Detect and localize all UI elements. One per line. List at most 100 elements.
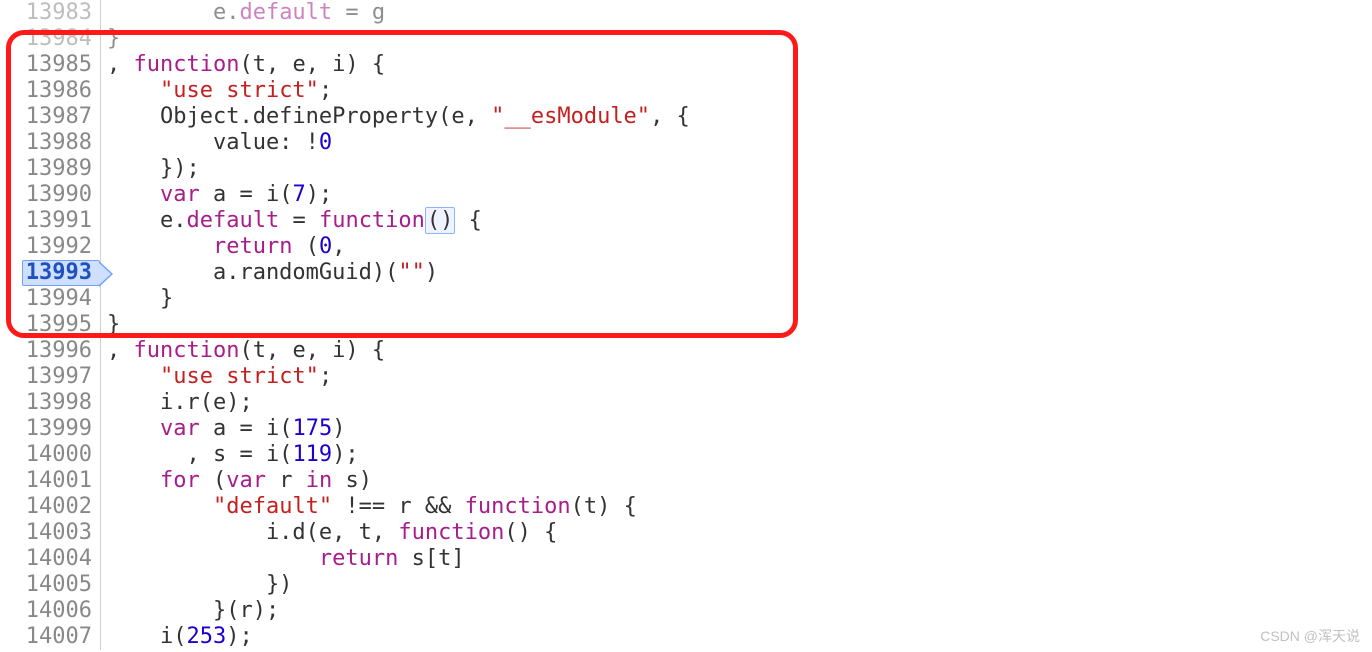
code-token: function (319, 208, 425, 233)
line-number[interactable]: 14004 (0, 546, 100, 572)
code-line[interactable]: 14000 , s = i(119); (0, 442, 1372, 468)
code-token: e. (107, 208, 186, 233)
code-line[interactable]: 14003 i.d(e, t, function() { (0, 520, 1372, 546)
line-number[interactable]: 13987 (0, 104, 100, 130)
code-line[interactable]: 14004 return s[t] (0, 546, 1372, 572)
code-token: s) (332, 468, 372, 493)
code-line[interactable]: 13995} (0, 312, 1372, 338)
line-number[interactable]: 14001 (0, 468, 100, 494)
code-content[interactable]: value: !0 (101, 130, 332, 156)
code-content[interactable]: i(253); (101, 624, 253, 650)
code-content[interactable]: Object.defineProperty(e, "__esModule", { (101, 104, 690, 130)
line-number[interactable]: 13993 (0, 260, 100, 286)
code-editor[interactable]: 13983 e.default = g13984}13985, function… (0, 0, 1372, 652)
code-content[interactable]: e.default = g (101, 0, 385, 26)
code-token: () (425, 207, 456, 234)
code-content[interactable]: a.randomGuid)("") (101, 260, 438, 286)
line-number[interactable]: 13989 (0, 156, 100, 182)
code-content[interactable]: return s[t] (101, 546, 465, 572)
code-content[interactable]: } (101, 312, 120, 338)
code-token: = (279, 208, 319, 233)
code-content[interactable]: i.d(e, t, function() { (101, 520, 557, 546)
code-line[interactable]: 13999 var a = i(175) (0, 416, 1372, 442)
line-number[interactable]: 14002 (0, 494, 100, 520)
line-number[interactable]: 13990 (0, 182, 100, 208)
line-number[interactable]: 13985 (0, 52, 100, 78)
code-token: ( (292, 234, 319, 259)
code-line[interactable]: 13985, function(t, e, i) { (0, 52, 1372, 78)
code-line[interactable]: 14005 }) (0, 572, 1372, 598)
code-content[interactable]: , s = i(119); (101, 442, 359, 468)
code-content[interactable]: }(r); (101, 598, 279, 624)
code-line[interactable]: 13989 }); (0, 156, 1372, 182)
line-number[interactable]: 13984 (0, 26, 100, 52)
code-token: default (186, 208, 279, 233)
code-token: ); (332, 442, 359, 467)
code-token: function (398, 520, 504, 545)
line-number[interactable]: 13992 (0, 234, 100, 260)
code-token: 253 (186, 624, 226, 649)
code-content[interactable]: "use strict"; (101, 364, 332, 390)
code-token: = g (332, 0, 385, 25)
code-line[interactable]: 14002 "default" !== r && function(t) { (0, 494, 1372, 520)
code-line[interactable]: 13987 Object.defineProperty(e, "__esModu… (0, 104, 1372, 130)
code-content[interactable]: var a = i(175) (101, 416, 345, 442)
code-content[interactable]: , function(t, e, i) { (101, 52, 385, 78)
code-token: , { (650, 104, 690, 129)
line-number[interactable]: 13999 (0, 416, 100, 442)
line-number[interactable]: 13996 (0, 338, 100, 364)
code-token: var (160, 182, 200, 207)
code-content[interactable]: }) (101, 572, 292, 598)
line-number[interactable]: 14003 (0, 520, 100, 546)
code-token: } (107, 26, 120, 51)
code-token: ; (319, 364, 332, 389)
line-number[interactable]: 13986 (0, 78, 100, 104)
code-line[interactable]: 13997 "use strict"; (0, 364, 1372, 390)
code-content[interactable]: }); (101, 156, 200, 182)
line-number[interactable]: 13995 (0, 312, 100, 338)
code-line[interactable]: 14001 for (var r in s) (0, 468, 1372, 494)
code-content[interactable]: return (0, (101, 234, 345, 260)
code-content[interactable]: var a = i(7); (101, 182, 332, 208)
code-line[interactable]: 13993 a.randomGuid)("") (0, 260, 1372, 286)
code-line[interactable]: 13990 var a = i(7); (0, 182, 1372, 208)
code-token: 175 (292, 416, 332, 441)
code-line[interactable]: 14006 }(r); (0, 598, 1372, 624)
code-line[interactable]: 13998 i.r(e); (0, 390, 1372, 416)
line-number[interactable]: 13998 (0, 390, 100, 416)
code-line[interactable]: 13991 e.default = function() { (0, 208, 1372, 234)
code-line[interactable]: 13994 } (0, 286, 1372, 312)
code-token (107, 78, 160, 103)
line-number[interactable]: 14000 (0, 442, 100, 468)
code-token: function (134, 52, 240, 77)
code-token: "use strict" (160, 78, 319, 103)
line-number[interactable]: 13991 (0, 208, 100, 234)
code-content[interactable]: , function(t, e, i) { (101, 338, 385, 364)
line-number[interactable]: 13994 (0, 286, 100, 312)
line-number[interactable]: 14006 (0, 598, 100, 624)
code-content[interactable]: i.r(e); (101, 390, 253, 416)
line-number[interactable]: 14005 (0, 572, 100, 598)
code-line[interactable]: 13986 "use strict"; (0, 78, 1372, 104)
code-content[interactable]: "use strict"; (101, 78, 332, 104)
code-content[interactable]: "default" !== r && function(t) { (101, 494, 637, 520)
code-token: default (239, 0, 332, 25)
code-line[interactable]: 14007 i(253); (0, 624, 1372, 650)
line-number[interactable]: 13983 (0, 0, 100, 26)
line-number[interactable]: 14007 (0, 624, 100, 650)
code-token: ); (306, 182, 333, 207)
code-line[interactable]: 13988 value: !0 (0, 130, 1372, 156)
code-token: !== r && (332, 494, 464, 519)
code-line[interactable]: 13983 e.default = g (0, 0, 1372, 26)
code-content[interactable]: for (var r in s) (101, 468, 372, 494)
code-content[interactable]: } (101, 286, 173, 312)
line-number[interactable]: 13988 (0, 130, 100, 156)
code-content[interactable]: e.default = function() { (101, 208, 482, 234)
code-token: , (107, 338, 134, 363)
code-token: function (134, 338, 240, 363)
line-number[interactable]: 13997 (0, 364, 100, 390)
code-line[interactable]: 13996, function(t, e, i) { (0, 338, 1372, 364)
code-content[interactable]: } (101, 26, 120, 52)
code-line[interactable]: 13984} (0, 26, 1372, 52)
code-line[interactable]: 13992 return (0, (0, 234, 1372, 260)
